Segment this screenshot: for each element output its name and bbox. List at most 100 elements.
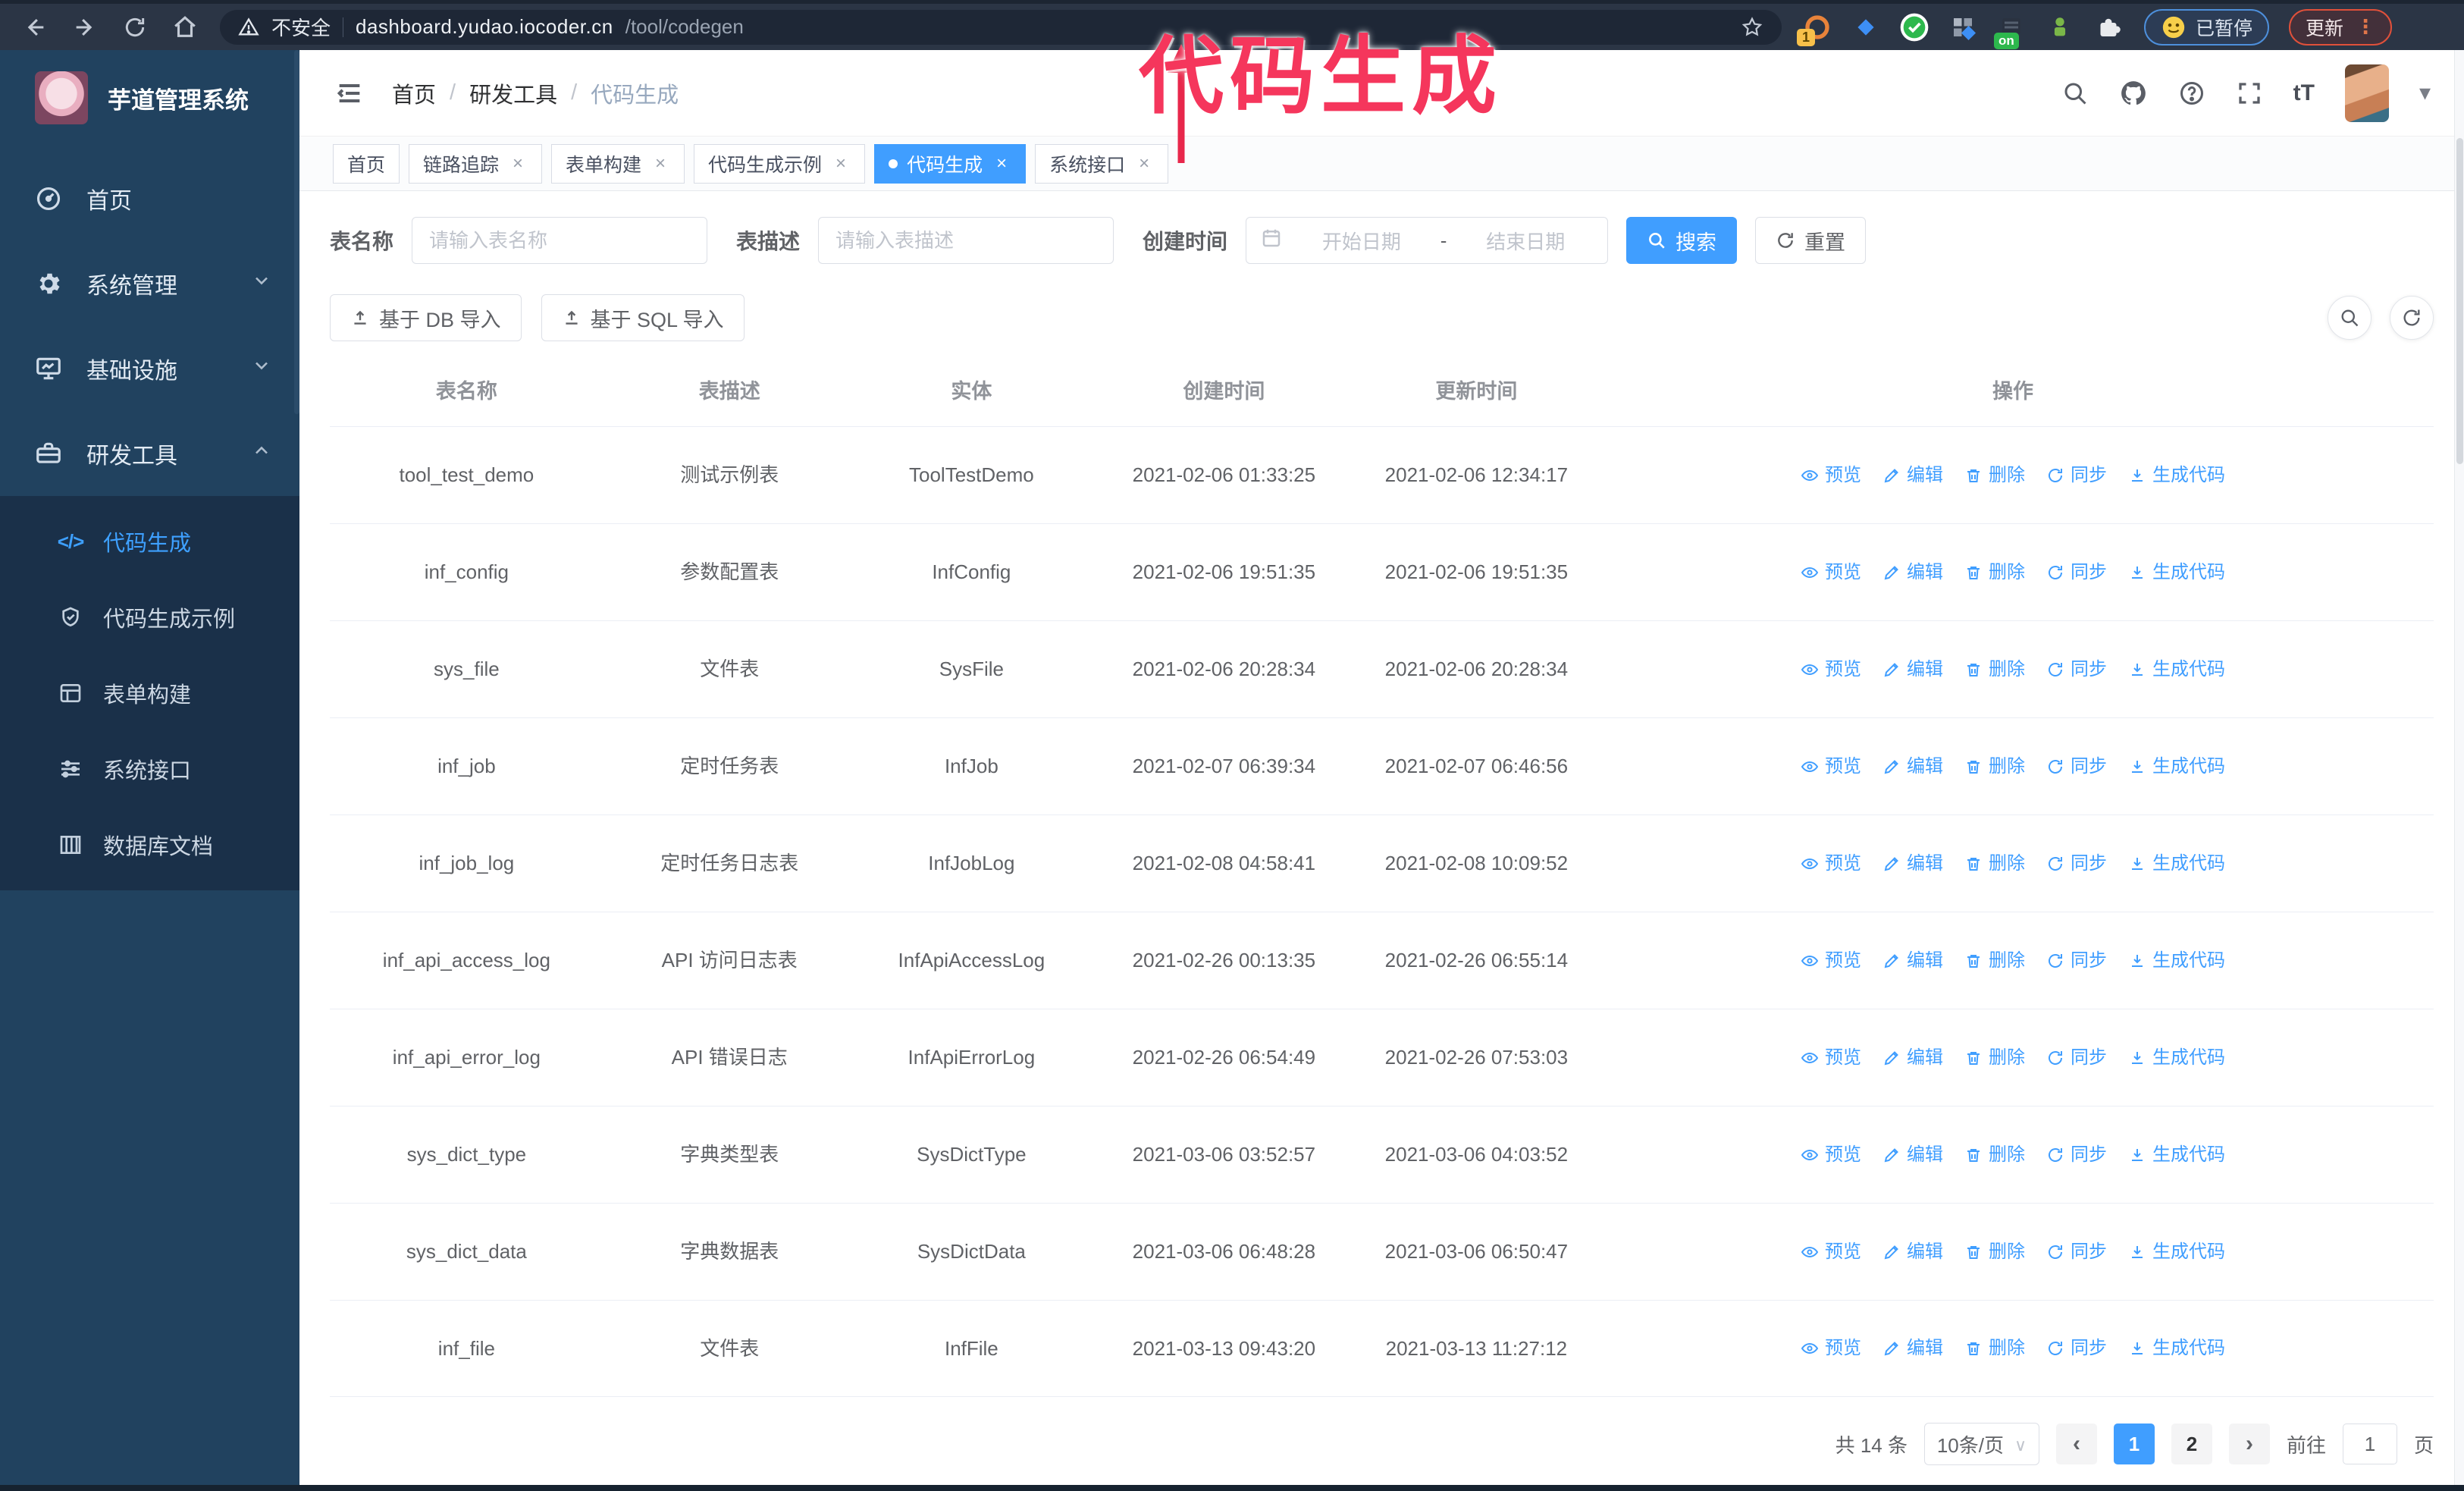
tab-trace[interactable]: 链路追踪 bbox=[409, 143, 543, 184]
page-size-select[interactable]: 10条/页 bbox=[1923, 1423, 2039, 1465]
edit-link[interactable]: 编辑 bbox=[1882, 1141, 1943, 1169]
delete-link[interactable]: 删除 bbox=[1964, 1044, 2025, 1072]
edit-link[interactable]: 编辑 bbox=[1882, 1238, 1943, 1266]
sidebar-item-form-builder[interactable]: 表单构建 bbox=[0, 655, 299, 731]
tab-home[interactable]: 首页 bbox=[333, 143, 400, 184]
edit-link[interactable]: 编辑 bbox=[1882, 461, 1943, 489]
sidebar-item-infra[interactable]: 基础设施 bbox=[0, 326, 299, 411]
generate-code-link[interactable]: 生成代码 bbox=[2128, 946, 2225, 975]
sidebar-item-db-doc[interactable]: 数据库文档 bbox=[0, 807, 299, 883]
tab-close-icon[interactable] bbox=[992, 154, 1011, 174]
edit-link[interactable]: 编辑 bbox=[1882, 1334, 1943, 1362]
sync-link[interactable]: 同步 bbox=[2046, 1044, 2107, 1072]
sidebar-item-system[interactable]: 系统管理 bbox=[0, 241, 299, 326]
generate-code-link[interactable]: 生成代码 bbox=[2128, 752, 2225, 780]
avatar-caret-icon[interactable] bbox=[2419, 80, 2431, 106]
github-icon[interactable] bbox=[2119, 79, 2148, 108]
preview-link[interactable]: 预览 bbox=[1801, 946, 1861, 975]
edit-link[interactable]: 编辑 bbox=[1882, 849, 1943, 877]
sidebar-item-devtools[interactable]: 研发工具 bbox=[0, 411, 299, 496]
edit-link[interactable]: 编辑 bbox=[1882, 946, 1943, 975]
sync-link[interactable]: 同步 bbox=[2046, 558, 2107, 586]
browser-back-icon[interactable] bbox=[20, 12, 50, 42]
generate-code-link[interactable]: 生成代码 bbox=[2128, 1141, 2225, 1169]
generate-code-link[interactable]: 生成代码 bbox=[2128, 461, 2225, 489]
tab-close-icon[interactable] bbox=[1134, 154, 1154, 174]
delete-link[interactable]: 删除 bbox=[1964, 752, 2025, 780]
import-sql-button[interactable]: 基于 SQL 导入 bbox=[541, 294, 745, 341]
sync-link[interactable]: 同步 bbox=[2046, 752, 2107, 780]
font-size-icon[interactable] bbox=[2293, 80, 2315, 106]
preview-link[interactable]: 预览 bbox=[1801, 1238, 1861, 1266]
edit-link[interactable]: 编辑 bbox=[1882, 558, 1943, 586]
delete-link[interactable]: 删除 bbox=[1964, 1334, 2025, 1362]
refresh-table-button[interactable] bbox=[2390, 296, 2434, 340]
tab-close-icon[interactable] bbox=[508, 154, 528, 174]
fullscreen-icon[interactable] bbox=[2236, 80, 2263, 107]
tab-close-icon[interactable] bbox=[831, 154, 851, 174]
preview-link[interactable]: 预览 bbox=[1801, 849, 1861, 877]
create-time-range-picker[interactable]: 开始日期 - 结束日期 bbox=[1246, 217, 1609, 264]
extension-bot-icon[interactable] bbox=[2044, 11, 2076, 43]
sidebar-scrollbar[interactable] bbox=[294, 50, 299, 414]
extension-check-icon[interactable] bbox=[1898, 11, 1930, 43]
extension-orange-icon[interactable]: 1 bbox=[1797, 11, 1833, 46]
delete-link[interactable]: 删除 bbox=[1964, 1141, 2025, 1169]
bookmark-star-icon[interactable] bbox=[1741, 16, 1763, 39]
preview-link[interactable]: 预览 bbox=[1801, 752, 1861, 780]
generate-code-link[interactable]: 生成代码 bbox=[2128, 1334, 2225, 1362]
preview-link[interactable]: 预览 bbox=[1801, 1141, 1861, 1169]
generate-code-link[interactable]: 生成代码 bbox=[2128, 1044, 2225, 1072]
reset-button[interactable]: 重置 bbox=[1755, 217, 1867, 264]
scrollbar-thumb[interactable] bbox=[2456, 138, 2463, 464]
help-icon[interactable] bbox=[2178, 80, 2205, 107]
search-button[interactable]: 搜索 bbox=[1626, 217, 1738, 264]
breadcrumb-section[interactable]: 研发工具 bbox=[469, 77, 557, 109]
sidebar-item-codegen[interactable]: 代码生成 bbox=[0, 504, 299, 579]
preview-link[interactable]: 预览 bbox=[1801, 461, 1861, 489]
delete-link[interactable]: 删除 bbox=[1964, 655, 2025, 683]
sidebar-item-home[interactable]: 首页 bbox=[0, 156, 299, 241]
update-browser-button[interactable]: 更新 bbox=[2289, 8, 2393, 46]
goto-page-input[interactable] bbox=[2342, 1424, 2397, 1464]
page-scrollbar[interactable] bbox=[2454, 50, 2464, 1485]
browser-forward-icon[interactable] bbox=[70, 12, 100, 42]
tab-system-api[interactable]: 系统接口 bbox=[1035, 143, 1169, 184]
chrome-menu-icon[interactable] bbox=[2356, 18, 2375, 36]
extensions-puzzle-icon[interactable] bbox=[2093, 11, 2124, 43]
table-desc-input[interactable] bbox=[818, 217, 1114, 264]
sync-link[interactable]: 同步 bbox=[2046, 946, 2107, 975]
delete-link[interactable]: 删除 bbox=[1964, 849, 2025, 877]
prev-page-button[interactable] bbox=[2055, 1424, 2097, 1464]
preview-link[interactable]: 预览 bbox=[1801, 1334, 1861, 1362]
delete-link[interactable]: 删除 bbox=[1964, 1238, 2025, 1266]
extension-grid-icon[interactable] bbox=[1947, 11, 1979, 43]
import-db-button[interactable]: 基于 DB 导入 bbox=[330, 294, 522, 341]
app-logo-row[interactable]: 芋道管理系统 bbox=[0, 50, 299, 143]
end-date-placeholder[interactable]: 结束日期 bbox=[1457, 227, 1594, 255]
generate-code-link[interactable]: 生成代码 bbox=[2128, 1238, 2225, 1266]
tab-codegen-demo[interactable]: 代码生成示例 bbox=[694, 143, 866, 184]
sync-link[interactable]: 同步 bbox=[2046, 655, 2107, 683]
security-label[interactable]: 不安全 bbox=[271, 13, 331, 41]
browser-refresh-icon[interactable] bbox=[120, 12, 150, 42]
preview-link[interactable]: 预览 bbox=[1801, 558, 1861, 586]
sync-link[interactable]: 同步 bbox=[2046, 461, 2107, 489]
browser-home-icon[interactable] bbox=[170, 12, 200, 42]
sync-link[interactable]: 同步 bbox=[2046, 1141, 2107, 1169]
preview-link[interactable]: 预览 bbox=[1801, 655, 1861, 683]
sidebar-item-codegen-demo[interactable]: 代码生成示例 bbox=[0, 579, 299, 655]
sync-link[interactable]: 同步 bbox=[2046, 1334, 2107, 1362]
address-bar[interactable]: 不安全 dashboard.yudao.iocoder.cn/tool/code… bbox=[220, 9, 1782, 45]
start-date-placeholder[interactable]: 开始日期 bbox=[1293, 227, 1430, 255]
breadcrumb-home[interactable]: 首页 bbox=[392, 77, 436, 109]
sync-link[interactable]: 同步 bbox=[2046, 1238, 2107, 1266]
search-icon[interactable] bbox=[2061, 80, 2089, 107]
extension-diamond-icon[interactable] bbox=[1850, 11, 1882, 43]
generate-code-link[interactable]: 生成代码 bbox=[2128, 849, 2225, 877]
edit-link[interactable]: 编辑 bbox=[1882, 655, 1943, 683]
delete-link[interactable]: 删除 bbox=[1964, 558, 2025, 586]
edit-link[interactable]: 编辑 bbox=[1882, 1044, 1943, 1072]
generate-code-link[interactable]: 生成代码 bbox=[2128, 558, 2225, 586]
sidebar-item-system-api[interactable]: 系统接口 bbox=[0, 731, 299, 807]
